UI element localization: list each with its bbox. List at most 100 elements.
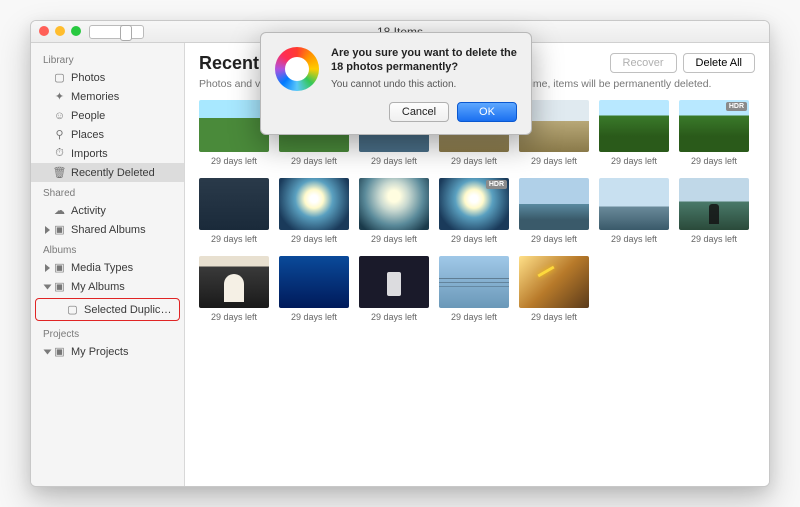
thumbnail-caption: 29 days left (371, 312, 417, 322)
folder-icon: ▣ (53, 224, 66, 236)
thumbnail-caption: 29 days left (211, 156, 257, 166)
people-icon: ☺ (53, 110, 66, 122)
thumbnail-cell[interactable]: 29 days left (279, 256, 349, 322)
zoom-window-button[interactable] (71, 26, 81, 36)
thumbnail-image (199, 256, 269, 308)
cloud-icon: ☁ (53, 205, 66, 217)
thumbnail-cell[interactable]: 29 days left (519, 178, 589, 244)
dialog-title: Are you sure you want to delete the 18 p… (331, 47, 517, 75)
disclosure-triangle-icon[interactable] (45, 264, 50, 272)
thumbnail-caption: 29 days left (291, 234, 337, 244)
sidebar-section-library: Library (31, 49, 184, 68)
annotation-highlight: ▢Selected Duplicate Photos (35, 298, 180, 321)
sidebar-section-projects: Projects (31, 323, 184, 342)
photos-icon: ▢ (53, 72, 66, 84)
thumbnail-caption: 29 days left (531, 234, 577, 244)
sidebar-item-selected-duplicate-photos[interactable]: ▢Selected Duplicate Photos (36, 300, 179, 319)
folder-icon: ▣ (53, 262, 66, 274)
folder-icon: ▣ (53, 346, 66, 358)
close-window-button[interactable] (39, 26, 49, 36)
thumbnail-cell[interactable]: 29 days left (199, 100, 269, 166)
thumbnail-caption: 29 days left (691, 234, 737, 244)
traffic-lights (39, 26, 81, 36)
thumbnail-image: HDR (679, 100, 749, 152)
thumbnail-caption: 29 days left (691, 156, 737, 166)
thumbnail-cell[interactable]: HDR 29 days left (679, 100, 749, 166)
thumbnail-caption: 29 days left (611, 234, 657, 244)
thumbnail-caption: 29 days left (291, 312, 337, 322)
thumbnail-cell[interactable]: 29 days left (199, 178, 269, 244)
sidebar: Library ▢Photos ✦Memories ☺People ⚲Place… (31, 43, 185, 486)
delete-all-button[interactable]: Delete All (683, 53, 755, 73)
thumbnail-cell[interactable]: 29 days left (359, 256, 429, 322)
thumbnail-grid: 29 days left 29 days left 29 days left 29 d… (185, 100, 769, 486)
thumbnail-image (199, 100, 269, 152)
thumbnail-cell[interactable]: HDR 29 days left (439, 178, 509, 244)
thumbnail-caption: 29 days left (371, 156, 417, 166)
thumbnail-caption: 29 days left (451, 312, 497, 322)
minimize-window-button[interactable] (55, 26, 65, 36)
sidebar-item-photos[interactable]: ▢Photos (31, 68, 184, 87)
sidebar-item-my-projects[interactable]: ▣My Projects (31, 342, 184, 361)
disclosure-triangle-icon[interactable] (44, 349, 52, 354)
thumbnail-image (359, 256, 429, 308)
thumbnail-caption: 29 days left (371, 234, 417, 244)
thumbnail-cell[interactable]: 29 days left (519, 256, 589, 322)
thumbnail-cell[interactable]: 29 days left (199, 256, 269, 322)
dialog-body: You cannot undo this action. (331, 79, 517, 90)
folder-icon: ▣ (53, 281, 66, 293)
thumbnail-image (359, 178, 429, 230)
sidebar-section-albums: Albums (31, 239, 184, 258)
thumbnail-image (519, 178, 589, 230)
sidebar-item-shared-albums[interactable]: ▣Shared Albums (31, 220, 184, 239)
thumbnail-cell[interactable]: 29 days left (359, 178, 429, 244)
memories-icon: ✦ (53, 91, 66, 103)
dialog-ok-button[interactable]: OK (457, 102, 517, 122)
recover-button[interactable]: Recover (610, 53, 677, 73)
thumbnail-image (599, 178, 669, 230)
thumbnail-cell[interactable]: 29 days left (599, 178, 669, 244)
thumbnail-caption: 29 days left (611, 156, 657, 166)
dialog-cancel-button[interactable]: Cancel (389, 102, 449, 122)
sidebar-item-media-types[interactable]: ▣Media Types (31, 258, 184, 277)
thumbnail-image (599, 100, 669, 152)
sidebar-item-activity[interactable]: ☁Activity (31, 201, 184, 220)
thumbnail-image (279, 256, 349, 308)
sidebar-item-places[interactable]: ⚲Places (31, 125, 184, 144)
thumbnail-image (679, 178, 749, 230)
imports-icon: ⏱ (53, 148, 66, 160)
thumbnail-caption: 29 days left (211, 234, 257, 244)
thumbnail-caption: 29 days left (531, 156, 577, 166)
thumbnail-cell[interactable]: 29 days left (279, 178, 349, 244)
thumbnail-image (199, 178, 269, 230)
disclosure-triangle-icon[interactable] (45, 226, 50, 234)
trash-icon: 🗑 (53, 167, 66, 179)
confirm-delete-dialog: Are you sure you want to delete the 18 p… (260, 32, 532, 135)
sidebar-item-imports[interactable]: ⏱Imports (31, 144, 184, 163)
thumbnail-size-slider[interactable] (89, 25, 144, 39)
sidebar-item-people[interactable]: ☺People (31, 106, 184, 125)
sidebar-item-my-albums[interactable]: ▣My Albums (31, 277, 184, 296)
thumbnail-caption: 29 days left (291, 156, 337, 166)
thumbnail-caption: 29 days left (451, 234, 497, 244)
hdr-badge: HDR (486, 180, 507, 189)
thumbnail-image (279, 178, 349, 230)
thumbnail-caption: 29 days left (211, 312, 257, 322)
places-icon: ⚲ (53, 129, 66, 141)
album-icon: ▢ (66, 304, 79, 316)
photos-app-icon (275, 47, 319, 91)
thumbnail-image: HDR (439, 178, 509, 230)
sidebar-section-shared: Shared (31, 182, 184, 201)
dialog-message: Are you sure you want to delete the 18 p… (331, 47, 517, 122)
thumbnail-image (439, 256, 509, 308)
thumbnail-cell[interactable]: 29 days left (679, 178, 749, 244)
thumbnail-caption: 29 days left (531, 312, 577, 322)
thumbnail-cell[interactable]: 29 days left (599, 100, 669, 166)
sidebar-item-memories[interactable]: ✦Memories (31, 87, 184, 106)
sidebar-item-recently-deleted[interactable]: 🗑Recently Deleted (31, 163, 184, 182)
thumbnail-caption: 29 days left (451, 156, 497, 166)
disclosure-triangle-icon[interactable] (44, 284, 52, 289)
thumbnail-cell[interactable]: 29 days left (439, 256, 509, 322)
hdr-badge: HDR (726, 102, 747, 111)
thumbnail-image (519, 256, 589, 308)
